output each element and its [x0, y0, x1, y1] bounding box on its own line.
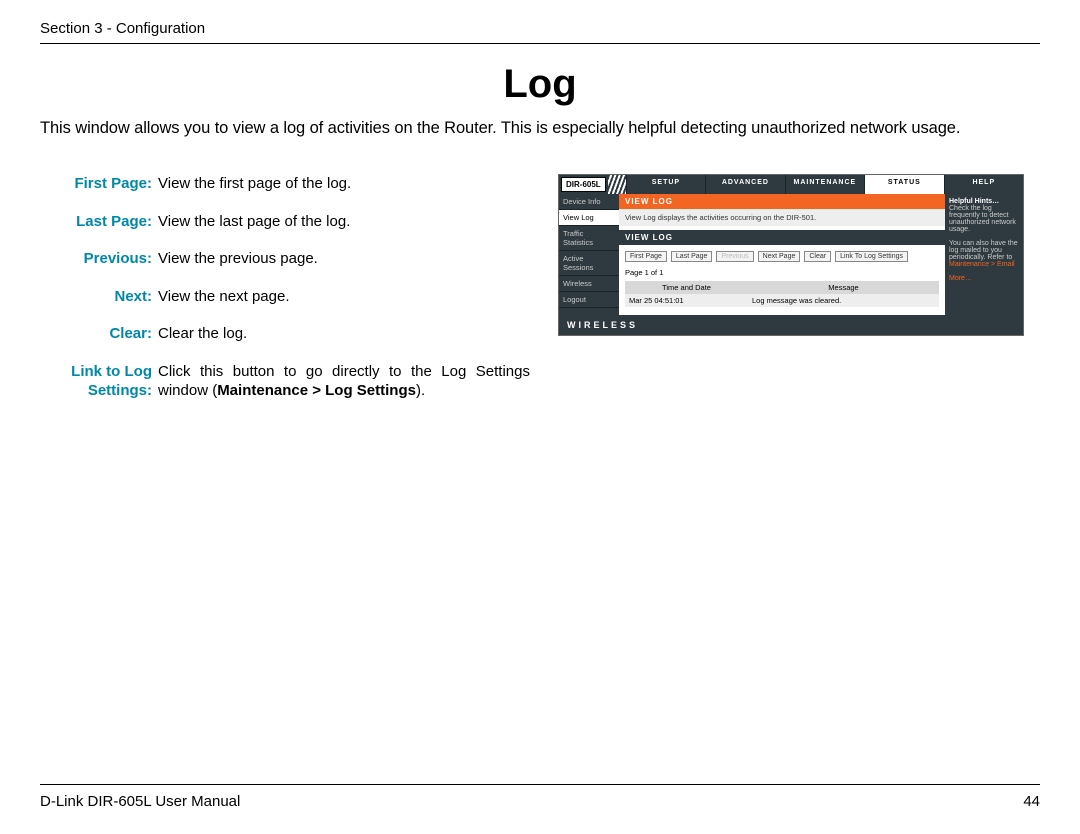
- def-label: Next:: [62, 287, 158, 307]
- def-text: View the last page of the log.: [158, 212, 530, 232]
- help-panel: Helpful Hints… Check the log frequently …: [945, 194, 1023, 315]
- td-time: Mar 25 04:51:01: [625, 294, 748, 307]
- td-message: Log message was cleared.: [748, 294, 939, 307]
- help-line2: You can also have the log mailed to you …: [949, 240, 1018, 261]
- footer-left: D-Link DIR-605L User Manual: [40, 793, 240, 810]
- def-text: View the next page.: [158, 287, 530, 307]
- sidebar: Device Info View Log Traffic Statistics …: [559, 194, 619, 315]
- sidebar-item-traffic-statistics[interactable]: Traffic Statistics: [559, 226, 619, 251]
- last-page-button[interactable]: Last Page: [671, 251, 713, 262]
- def-link-to-log-settings: Link to Log Settings:Click this button t…: [62, 362, 530, 401]
- def-label: Clear:: [62, 324, 158, 344]
- help-link[interactable]: Maintenance > Email: [949, 261, 1015, 268]
- router-screenshot: DIR-605L SETUP ADVANCED MAINTENANCE STAT…: [558, 174, 1024, 336]
- def-label: Last Page:: [62, 212, 158, 232]
- table-header-row: Time and Date Message: [625, 281, 939, 294]
- button-row: First Page Last Page Previous Next Page …: [619, 245, 945, 268]
- previous-button[interactable]: Previous: [716, 251, 753, 262]
- section-heading: VIEW LOG: [619, 230, 945, 245]
- tab-advanced[interactable]: ADVANCED: [705, 175, 784, 194]
- page-footer: D-Link DIR-605L User Manual 44: [40, 784, 1040, 810]
- def-text: Click this button to go directly to the …: [158, 362, 530, 401]
- def-next: Next:View the next page.: [62, 287, 530, 307]
- tab-setup[interactable]: SETUP: [626, 175, 705, 194]
- tab-maintenance[interactable]: MAINTENANCE: [785, 175, 864, 194]
- def-last-page: Last Page:View the last page of the log.: [62, 212, 530, 232]
- def-clear: Clear:Clear the log.: [62, 324, 530, 344]
- tab-help[interactable]: HELP: [944, 175, 1023, 194]
- def-label: First Page:: [62, 174, 158, 194]
- top-tabs: SETUP ADVANCED MAINTENANCE STATUS HELP: [626, 175, 1023, 194]
- sidebar-item-logout[interactable]: Logout: [559, 292, 619, 308]
- page-info: Page 1 of 1: [619, 268, 945, 281]
- sidebar-item-view-log[interactable]: View Log: [559, 210, 619, 226]
- def-text: View the previous page.: [158, 249, 530, 269]
- def-label: Link to Log Settings:: [62, 362, 158, 401]
- first-page-button[interactable]: First Page: [625, 251, 667, 262]
- table-row: Mar 25 04:51:01 Log message was cleared.: [625, 294, 939, 307]
- sidebar-item-device-info[interactable]: Device Info: [559, 194, 619, 210]
- sidebar-item-active-sessions[interactable]: Active Sessions: [559, 251, 619, 276]
- help-title: Helpful Hints…: [949, 198, 999, 205]
- def-text: Clear the log.: [158, 324, 530, 344]
- footer-page-number: 44: [1023, 793, 1040, 810]
- brand-strip: WIRELESS: [559, 315, 1023, 335]
- def-previous: Previous:View the previous page.: [62, 249, 530, 269]
- log-table: Time and Date Message Mar 25 04:51:01 Lo…: [625, 281, 939, 307]
- clear-button[interactable]: Clear: [804, 251, 831, 262]
- help-line1: Check the log frequently to detect unaut…: [949, 205, 1016, 233]
- sidebar-item-wireless[interactable]: Wireless: [559, 276, 619, 292]
- main-panel: VIEW LOG View Log displays the activitie…: [619, 194, 945, 315]
- banner-title: VIEW LOG: [619, 194, 945, 209]
- definitions-list: First Page:View the first page of the lo…: [40, 174, 530, 419]
- next-page-button[interactable]: Next Page: [758, 251, 801, 262]
- def-label: Previous:: [62, 249, 158, 269]
- def-text: View the first page of the log.: [158, 174, 530, 194]
- help-more[interactable]: More…: [949, 275, 972, 282]
- def-first-page: First Page:View the first page of the lo…: [62, 174, 530, 194]
- section-header: Section 3 - Configuration: [40, 20, 1040, 44]
- intro-text: This window allows you to view a log of …: [40, 119, 1040, 138]
- th-time: Time and Date: [625, 281, 748, 294]
- page-title: Log: [40, 62, 1040, 107]
- link-to-log-settings-button[interactable]: Link To Log Settings: [835, 251, 908, 262]
- model-label: DIR-605L: [561, 177, 606, 192]
- tab-status[interactable]: STATUS: [864, 175, 943, 194]
- stripes-decoration: [608, 175, 626, 194]
- description-bar: View Log displays the activities occurri…: [619, 209, 945, 226]
- th-message: Message: [748, 281, 939, 294]
